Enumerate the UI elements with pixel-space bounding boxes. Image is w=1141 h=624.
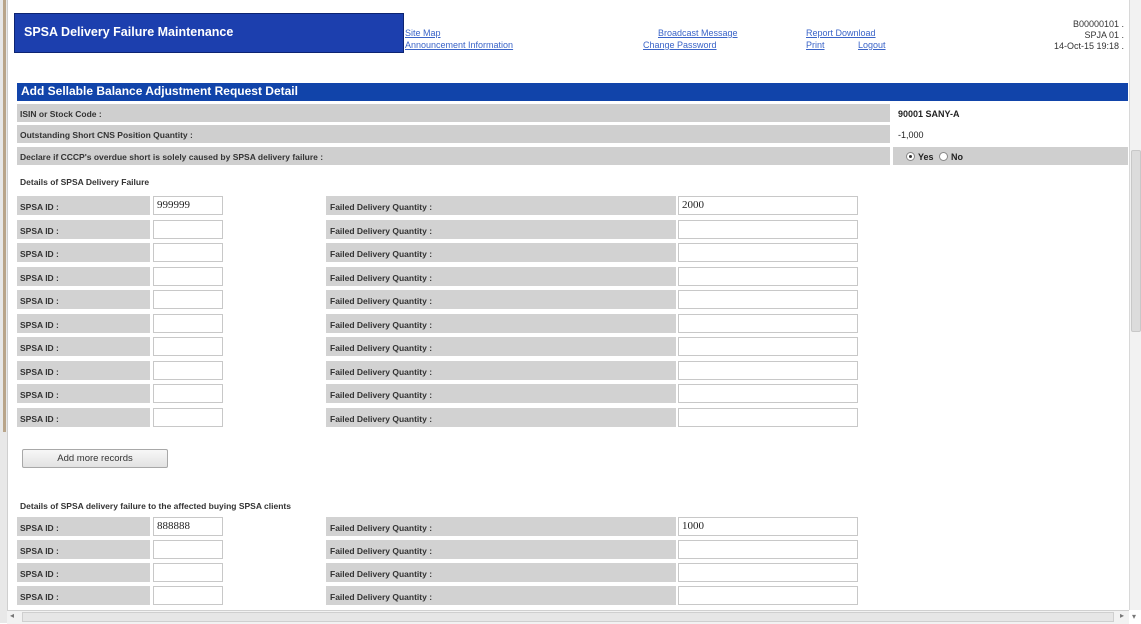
- vertical-scrollbar-thumb[interactable]: [1131, 150, 1141, 332]
- site-map-link[interactable]: Site Map: [405, 28, 441, 38]
- failed-qty-label: Failed Delivery Quantity :: [330, 343, 433, 353]
- buying-clients-heading: Details of SPSA delivery failure to the …: [20, 501, 291, 511]
- spsa-id-input[interactable]: [153, 407, 223, 427]
- failed-qty-input[interactable]: [678, 540, 858, 559]
- failed-qty-label: Failed Delivery Quantity :: [330, 569, 433, 579]
- failed-qty-input[interactable]: 2000: [678, 196, 858, 215]
- delivery-failure-heading: Details of SPSA Delivery Failure: [20, 177, 150, 187]
- failed-qty-label: Failed Delivery Quantity :: [330, 413, 433, 424]
- spsa-id-label: SPSA ID :: [20, 319, 59, 330]
- failed-qty-input[interactable]: [678, 219, 858, 239]
- failed-qty-label: Failed Delivery Quantity :: [330, 296, 433, 306]
- failed-qty-label: Failed Delivery Quantity :: [330, 225, 433, 236]
- spsa-id-label: SPSA ID :: [20, 225, 59, 236]
- add-more-records-button[interactable]: Add more records: [22, 449, 168, 468]
- spsa-id-input[interactable]: [153, 563, 223, 582]
- failed-qty-label: Failed Delivery Quantity :: [330, 272, 433, 283]
- failed-qty-label: Failed Delivery Quantity :: [330, 319, 433, 330]
- user-id: B00000101 .: [1072, 19, 1124, 29]
- declare-yes-label: Yes: [918, 152, 934, 162]
- isin-value: 90001 SANY-A: [898, 109, 960, 119]
- spsa-id-input[interactable]: [153, 219, 223, 239]
- declare-yes-radio[interactable]: [906, 152, 915, 161]
- declare-no-radio[interactable]: [939, 152, 948, 161]
- spsa-id-label: SPSA ID :: [20, 569, 59, 579]
- failed-qty-input[interactable]: [678, 313, 858, 333]
- date-time: 14-Oct-15 19:18 .: [1053, 41, 1124, 51]
- scroll-right-arrow-icon[interactable]: ▸: [1120, 611, 1124, 620]
- spsa-id-label: SPSA ID :: [20, 296, 59, 306]
- failed-qty-input[interactable]: [678, 563, 858, 582]
- spsa-id-label: SPSA ID :: [20, 592, 59, 602]
- broadcast-message-link[interactable]: Broadcast Message: [658, 28, 738, 38]
- failed-qty-label: Failed Delivery Quantity :: [330, 202, 433, 212]
- scroll-left-arrow-icon[interactable]: ◂: [10, 611, 14, 620]
- scroll-down-arrow-icon[interactable]: ▾: [1132, 612, 1136, 621]
- spsa-id-input[interactable]: [153, 337, 223, 356]
- user-role: SPJA 01 .: [1084, 30, 1124, 40]
- section-title: Add Sellable Balance Adjustment Request …: [21, 84, 298, 98]
- logout-link[interactable]: Logout: [858, 40, 886, 50]
- declare-label: Declare if CCCP's overdue short is solel…: [20, 152, 324, 162]
- spsa-id-label: SPSA ID :: [20, 546, 59, 556]
- failed-qty-label: Failed Delivery Quantity :: [330, 366, 433, 377]
- short-position-label: Outstanding Short CNS Position Quantity …: [20, 130, 193, 140]
- spsa-id-label: SPSA ID :: [20, 343, 59, 353]
- failed-qty-input[interactable]: 1000: [678, 517, 858, 536]
- spsa-id-label: SPSA ID :: [20, 272, 59, 283]
- spsa-id-input[interactable]: [153, 586, 223, 605]
- announcement-link[interactable]: Announcement Information: [405, 40, 513, 50]
- horizontal-scrollbar-thumb[interactable]: [22, 612, 1114, 622]
- spsa-id-label: SPSA ID :: [20, 390, 59, 400]
- failed-qty-input[interactable]: [678, 290, 858, 309]
- spsa-id-label: SPSA ID :: [20, 366, 59, 377]
- spsa-id-input[interactable]: [153, 266, 223, 286]
- failed-qty-input[interactable]: [678, 337, 858, 356]
- change-password-link[interactable]: Change Password: [643, 40, 717, 50]
- spsa-id-label: SPSA ID :: [20, 413, 59, 424]
- failed-qty-label: Failed Delivery Quantity :: [330, 592, 433, 602]
- spsa-id-input[interactable]: 888888: [153, 517, 223, 536]
- spsa-id-input[interactable]: 999999: [153, 196, 223, 215]
- failed-qty-input[interactable]: [678, 243, 858, 262]
- failed-qty-label: Failed Delivery Quantity :: [330, 390, 433, 400]
- spsa-id-label: SPSA ID :: [20, 202, 59, 212]
- failed-qty-label: Failed Delivery Quantity :: [330, 546, 433, 556]
- page-title: SPSA Delivery Failure Maintenance: [24, 25, 234, 39]
- spsa-id-input[interactable]: [153, 243, 223, 262]
- spsa-id-input[interactable]: [153, 313, 223, 333]
- spsa-id-label: SPSA ID :: [20, 249, 59, 259]
- spsa-id-input[interactable]: [153, 360, 223, 380]
- failed-qty-label: Failed Delivery Quantity :: [330, 523, 433, 533]
- spsa-id-input[interactable]: [153, 540, 223, 559]
- failed-qty-input[interactable]: [678, 586, 858, 605]
- spsa-id-label: SPSA ID :: [20, 523, 59, 533]
- short-position-value: -1,000: [898, 130, 924, 140]
- failed-qty-label: Failed Delivery Quantity :: [330, 249, 433, 259]
- spsa-id-input[interactable]: [153, 384, 223, 403]
- print-link[interactable]: Print: [806, 40, 825, 50]
- failed-qty-input[interactable]: [678, 407, 858, 427]
- spsa-id-input[interactable]: [153, 290, 223, 309]
- isin-row-bg: [17, 104, 890, 122]
- failed-qty-input[interactable]: [678, 384, 858, 403]
- declare-no-label: No: [951, 152, 963, 162]
- isin-label: ISIN or Stock Code :: [20, 109, 102, 119]
- failed-qty-input[interactable]: [678, 266, 858, 286]
- failed-qty-input[interactable]: [678, 360, 858, 380]
- report-download-link[interactable]: Report Download: [806, 28, 876, 38]
- left-resize-handle[interactable]: [3, 0, 6, 432]
